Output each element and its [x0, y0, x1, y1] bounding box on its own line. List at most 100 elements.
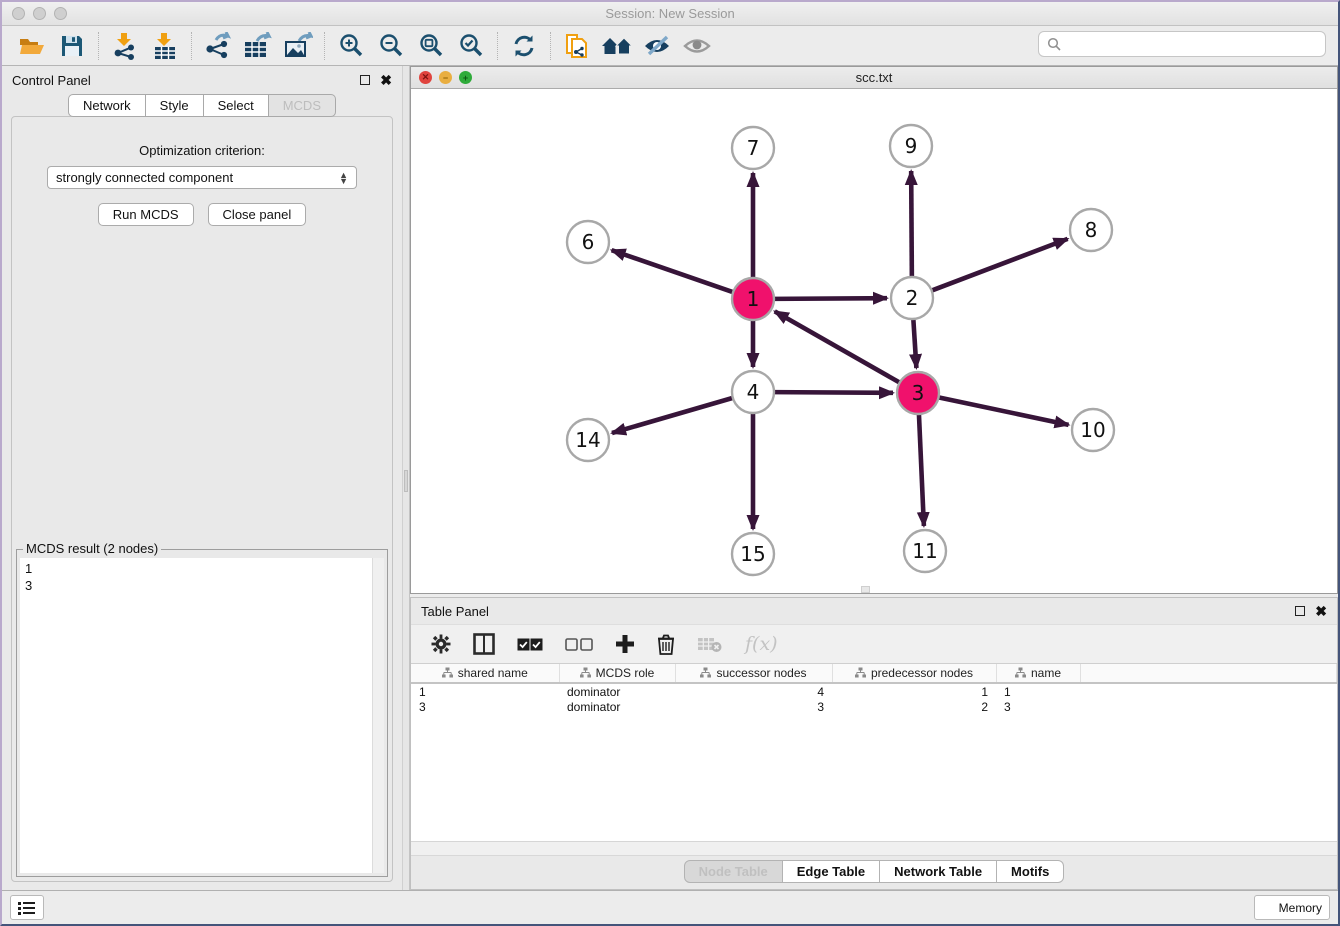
graph-edge-2-8[interactable] — [932, 239, 1068, 291]
run-mcds-button[interactable]: Run MCDS — [98, 203, 194, 226]
graph-node-1[interactable]: 1 — [732, 278, 774, 320]
column-header-name[interactable]: name — [996, 664, 1080, 683]
panel-splitter[interactable] — [402, 66, 410, 890]
tab-network-table[interactable]: Network Table — [880, 860, 997, 883]
import-network-button[interactable] — [105, 29, 145, 63]
show-graphics-details-button[interactable] — [677, 29, 717, 63]
node-label: 9 — [905, 134, 918, 158]
export-network-button[interactable] — [198, 29, 238, 63]
graph-node-15[interactable]: 15 — [732, 533, 774, 575]
select-all-button[interactable] — [517, 630, 543, 658]
graph-node-9[interactable]: 9 — [890, 125, 932, 167]
column-header-predecessor-nodes[interactable]: predecessor nodes — [832, 664, 996, 683]
optimization-criterion-select[interactable]: strongly connected component ▲▼ — [47, 166, 357, 189]
zoom-window-button[interactable] — [54, 7, 67, 20]
open-session-button[interactable] — [12, 29, 52, 63]
create-column-button[interactable] — [615, 630, 635, 658]
graph-edge-3-10[interactable] — [939, 397, 1069, 424]
table-cell[interactable]: 1 — [832, 683, 996, 699]
import-table-button[interactable] — [145, 29, 185, 63]
save-session-button[interactable] — [52, 29, 92, 63]
table-cell[interactable]: 3 — [411, 699, 559, 715]
splitter-grip[interactable] — [404, 470, 408, 492]
zoom-out-button[interactable] — [371, 29, 411, 63]
table-cell[interactable]: 1 — [996, 683, 1080, 699]
clone-network-button[interactable] — [557, 29, 597, 63]
close-panel-button[interactable]: Close panel — [208, 203, 307, 226]
table-cell[interactable]: dominator — [559, 683, 675, 699]
deselect-all-button[interactable] — [565, 630, 593, 658]
hide-graphics-details-button[interactable] — [637, 29, 677, 63]
table-options-button[interactable] — [431, 630, 451, 658]
mcds-result-title: MCDS result (2 nodes) — [23, 541, 161, 556]
table-cell[interactable]: 4 — [675, 683, 832, 699]
apply-style-button[interactable] — [504, 29, 544, 63]
export-table-button[interactable] — [238, 29, 278, 63]
result-scrollbar[interactable] — [372, 558, 384, 873]
graph-node-11[interactable]: 11 — [904, 530, 946, 572]
graph-node-3[interactable]: 3 — [897, 372, 939, 414]
tab-style[interactable]: Style — [146, 94, 204, 117]
table-hscrollbar[interactable] — [411, 842, 1337, 856]
function-builder-button[interactable]: f(x) — [745, 630, 778, 658]
delete-table-button[interactable] — [697, 630, 723, 658]
graph-node-10[interactable]: 10 — [1072, 409, 1114, 451]
tab-network[interactable]: Network — [68, 94, 146, 117]
graph-node-14[interactable]: 14 — [567, 419, 609, 461]
float-panel-icon[interactable] — [360, 75, 370, 85]
tab-node-table[interactable]: Node Table — [684, 860, 783, 883]
search-box[interactable] — [1038, 31, 1326, 57]
show-task-history-button[interactable] — [10, 895, 44, 920]
network-view-titlebar[interactable]: ✕ − + scc.txt — [411, 67, 1337, 89]
mcds-result-list[interactable]: 1 3 — [20, 558, 372, 873]
float-panel-icon[interactable] — [1295, 606, 1305, 616]
search-input[interactable] — [1067, 37, 1317, 52]
node-table[interactable]: shared nameMCDS rolesuccessor nodesprede… — [411, 664, 1337, 842]
graph-node-6[interactable]: 6 — [567, 221, 609, 263]
table-cell[interactable]: 2 — [832, 699, 996, 715]
tab-mcds[interactable]: MCDS — [269, 94, 336, 117]
graph-node-2[interactable]: 2 — [891, 277, 933, 319]
graph-edge-3-11[interactable] — [919, 414, 924, 526]
close-panel-icon[interactable]: ✖ — [1315, 606, 1327, 616]
column-header-mcds-role[interactable]: MCDS role — [559, 664, 675, 683]
graph-edge-4-3[interactable] — [774, 392, 893, 393]
graph-edge-4-14[interactable] — [612, 398, 733, 433]
table-cell[interactable]: 3 — [675, 699, 832, 715]
zoom-fit-button[interactable] — [411, 29, 451, 63]
delete-column-button[interactable] — [657, 630, 675, 658]
graph-node-8[interactable]: 8 — [1070, 209, 1112, 251]
tab-select[interactable]: Select — [204, 94, 269, 117]
table-row[interactable]: 3dominator323 — [411, 699, 1337, 715]
graph-edge-2-3[interactable] — [913, 319, 916, 368]
table-cell[interactable]: dominator — [559, 699, 675, 715]
zoom-selected-button[interactable] — [451, 29, 491, 63]
column-header-shared-name[interactable]: shared name — [411, 664, 559, 683]
network-minimize-button[interactable]: − — [439, 71, 452, 84]
memory-button[interactable]: Memory — [1254, 895, 1330, 920]
tab-motifs[interactable]: Motifs — [997, 860, 1064, 883]
graph-edge-1-2[interactable] — [774, 298, 887, 299]
network-maximize-button[interactable]: + — [459, 71, 472, 84]
canvas-resize-grip[interactable] — [861, 586, 870, 593]
network-close-button[interactable]: ✕ — [419, 71, 432, 84]
close-window-button[interactable] — [12, 7, 25, 20]
close-panel-icon[interactable]: ✖ — [380, 75, 392, 85]
export-image-button[interactable] — [278, 29, 318, 63]
zoom-in-button[interactable] — [331, 29, 371, 63]
graph-edge-2-9[interactable] — [911, 171, 912, 277]
graph-node-4[interactable]: 4 — [732, 371, 774, 413]
network-canvas[interactable]: 7 9 6 8 1 2 4 3 14 10 15 11 — [411, 89, 1337, 593]
show-all-networks-button[interactable] — [597, 29, 637, 63]
minimize-window-button[interactable] — [33, 7, 46, 20]
tab-edge-table[interactable]: Edge Table — [783, 860, 880, 883]
table-cell[interactable]: 3 — [996, 699, 1080, 715]
window-traffic-lights — [12, 7, 67, 20]
graph-edge-1-6[interactable] — [612, 250, 734, 292]
table-row[interactable]: 1dominator411 — [411, 683, 1337, 699]
column-header-successor-nodes[interactable]: successor nodes — [675, 664, 832, 683]
graph-node-7[interactable]: 7 — [732, 127, 774, 169]
table-cell[interactable]: 1 — [411, 683, 559, 699]
show-columns-button[interactable] — [473, 630, 495, 658]
graph-edge-3-1[interactable] — [775, 311, 900, 382]
